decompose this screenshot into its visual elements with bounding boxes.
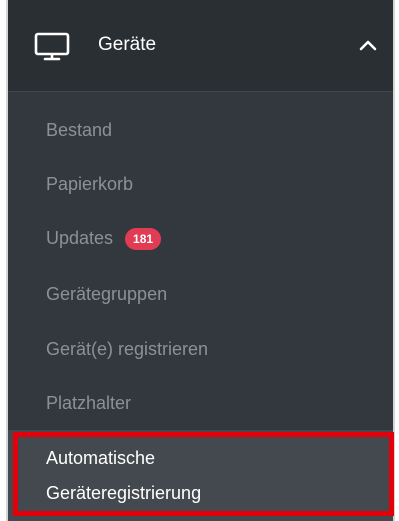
nav-item-papierkorb[interactable]: Papierkorb [8, 157, 393, 211]
active-item-label-line1: Automatische [46, 448, 156, 468]
updates-count-badge: 181 [125, 228, 162, 250]
devices-group-label: Geräte [98, 34, 157, 55]
nav-item-label: Platzhalter [46, 393, 132, 413]
nav-item-bestand[interactable]: Bestand [8, 103, 393, 157]
nav-item-label: Gerät(e) registrieren [46, 339, 209, 359]
nav-item-updates[interactable]: Updates 181 [8, 211, 393, 265]
active-item-label: Automatische Geräteregistrierung [46, 441, 201, 511]
monitor-icon [34, 32, 70, 61]
devices-group-header[interactable]: Geräte [8, 0, 393, 92]
nav-item-geraete-registrieren[interactable]: Gerät(e) registrieren [8, 322, 393, 376]
nav-item-label: Papierkorb [46, 174, 134, 194]
nav-item-label: Updates [46, 228, 114, 248]
active-item-label-line2: Geräteregistrierung [46, 483, 202, 503]
nav-item-automatische-geraeteregistrierung[interactable]: Automatische Geräteregistrierung [8, 430, 393, 521]
nav-item-label: Gerätegruppen [46, 284, 168, 304]
sidebar: Geräte Bestand Papierkorb Updates 181 Ger… [6, 0, 395, 521]
nav-item-geraetegruppen[interactable]: Gerätegruppen [8, 267, 393, 321]
chevron-up-icon[interactable] [357, 34, 379, 56]
nav-item-updates-wrap: Updates 181 [46, 227, 162, 250]
nav-item-platzhalter[interactable]: Platzhalter [8, 376, 393, 430]
nav-item-label: Bestand [46, 120, 113, 140]
